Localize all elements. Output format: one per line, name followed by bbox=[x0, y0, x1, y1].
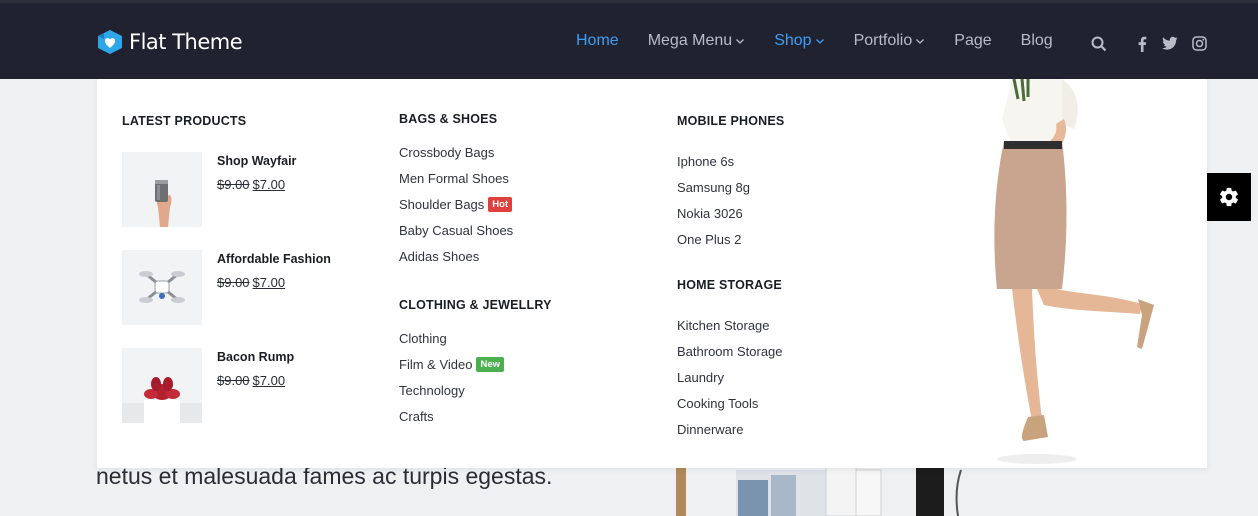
menu-link-clothing[interactable]: Clothing bbox=[399, 331, 447, 346]
product-thumbnail[interactable] bbox=[122, 348, 202, 423]
nav-portfolio-label: Portfolio bbox=[853, 32, 913, 49]
new-badge: New bbox=[476, 357, 505, 372]
menu-link-laundry[interactable]: Laundry bbox=[677, 370, 724, 385]
nav-portfolio[interactable]: Portfolio bbox=[854, 32, 926, 50]
hot-badge: Hot bbox=[488, 197, 513, 212]
sale-price: $7.00 bbox=[252, 373, 286, 388]
product-name[interactable]: Shop Wayfair bbox=[217, 154, 296, 168]
menu-link-label: Shoulder Bags bbox=[399, 197, 485, 212]
menu-link-crafts[interactable]: Crafts bbox=[399, 409, 434, 424]
mobile-phones-heading: MOBILE PHONES bbox=[677, 114, 785, 128]
menu-link-adidas-shoes[interactable]: Adidas Shoes bbox=[399, 249, 479, 264]
menu-link-dinnerware[interactable]: Dinnerware bbox=[677, 422, 743, 437]
menu-link-kitchen-storage[interactable]: Kitchen Storage bbox=[677, 318, 770, 333]
site-header: Flat Theme Home Mega Menu Shop Portfolio… bbox=[0, 0, 1258, 79]
product-card[interactable]: Bacon Rump $9.00 $7.00 bbox=[122, 348, 382, 423]
product-thumbnail[interactable] bbox=[122, 152, 202, 227]
settings-button[interactable] bbox=[1207, 173, 1251, 221]
sale-price: $7.00 bbox=[252, 177, 286, 192]
product-price: $9.00 $7.00 bbox=[217, 373, 285, 388]
nav-home[interactable]: Home bbox=[576, 32, 619, 50]
promo-model-image bbox=[994, 79, 1154, 464]
home-storage-heading: HOME STORAGE bbox=[677, 278, 782, 292]
sale-price: $7.00 bbox=[252, 275, 286, 290]
nav-blog-label: Blog bbox=[1020, 32, 1053, 49]
menu-link-film-video[interactable]: Film & Video New bbox=[399, 357, 505, 372]
product-price: $9.00 $7.00 bbox=[217, 275, 285, 290]
succulent-image bbox=[122, 377, 202, 423]
facebook-icon[interactable] bbox=[1137, 36, 1147, 52]
nav-blog[interactable]: Blog bbox=[1021, 32, 1053, 50]
menu-link-men-formal-shoes[interactable]: Men Formal Shoes bbox=[399, 171, 509, 186]
product-thumbnail[interactable] bbox=[122, 250, 202, 325]
search-icon[interactable] bbox=[1091, 36, 1107, 52]
product-name[interactable]: Bacon Rump bbox=[217, 350, 294, 364]
site-logo[interactable]: Flat Theme bbox=[96, 29, 243, 55]
latest-products-heading: LATEST PRODUCTS bbox=[122, 114, 247, 128]
old-price: $9.00 bbox=[217, 275, 250, 290]
menu-link-label: Film & Video bbox=[399, 357, 473, 372]
tumbler-image bbox=[155, 180, 172, 227]
old-price: $9.00 bbox=[217, 373, 250, 388]
product-price: $9.00 $7.00 bbox=[217, 177, 285, 192]
nav-mega-menu-label: Mega Menu bbox=[647, 32, 733, 49]
menu-link-cooking-tools[interactable]: Cooking Tools bbox=[677, 396, 758, 411]
nav-shop[interactable]: Shop bbox=[774, 32, 824, 50]
nav-page-label: Page bbox=[954, 32, 992, 49]
instagram-icon[interactable] bbox=[1192, 36, 1207, 51]
product-name[interactable]: Affordable Fashion bbox=[217, 252, 331, 266]
menu-link-nokia-3026[interactable]: Nokia 3026 bbox=[677, 206, 743, 221]
product-card[interactable]: Shop Wayfair $9.00 $7.00 bbox=[122, 152, 382, 227]
logo-text: Flat Theme bbox=[129, 30, 243, 54]
clothing-jewellry-heading: CLOTHING & JEWELLRY bbox=[399, 298, 552, 312]
twitter-icon[interactable] bbox=[1162, 36, 1178, 51]
menu-link-iphone-6s[interactable]: Iphone 6s bbox=[677, 154, 734, 169]
logo-icon bbox=[98, 30, 122, 54]
chevron-down-icon bbox=[916, 39, 925, 44]
chevron-down-icon bbox=[815, 39, 824, 44]
old-price: $9.00 bbox=[217, 177, 250, 192]
menu-link-shoulder-bags[interactable]: Shoulder Bags Hot bbox=[399, 197, 513, 212]
product-card[interactable]: Affordable Fashion $9.00 $7.00 bbox=[122, 250, 382, 325]
menu-link-baby-casual-shoes[interactable]: Baby Casual Shoes bbox=[399, 223, 513, 238]
chevron-down-icon bbox=[736, 39, 745, 44]
nav-home-label: Home bbox=[576, 32, 619, 49]
main-nav: Home Mega Menu Shop Portfolio Page Blog bbox=[576, 32, 1082, 50]
drone-image bbox=[139, 271, 185, 303]
nav-page[interactable]: Page bbox=[954, 32, 991, 50]
menu-link-one-plus-2[interactable]: One Plus 2 bbox=[677, 232, 741, 247]
gear-icon bbox=[1220, 187, 1238, 207]
shop-mega-menu: LATEST PRODUCTS Shop Wayfair $9.00$7.00 bbox=[97, 79, 1207, 468]
menu-link-technology[interactable]: Technology bbox=[399, 383, 465, 398]
menu-link-samsung-8g[interactable]: Samsung 8g bbox=[677, 180, 750, 195]
nav-mega-menu[interactable]: Mega Menu bbox=[648, 32, 746, 50]
menu-link-bathroom-storage[interactable]: Bathroom Storage bbox=[677, 344, 783, 359]
nav-shop-label: Shop bbox=[774, 32, 812, 49]
menu-link-crossbody-bags[interactable]: Crossbody Bags bbox=[399, 145, 494, 160]
bags-shoes-heading: BAGS & SHOES bbox=[399, 112, 498, 126]
